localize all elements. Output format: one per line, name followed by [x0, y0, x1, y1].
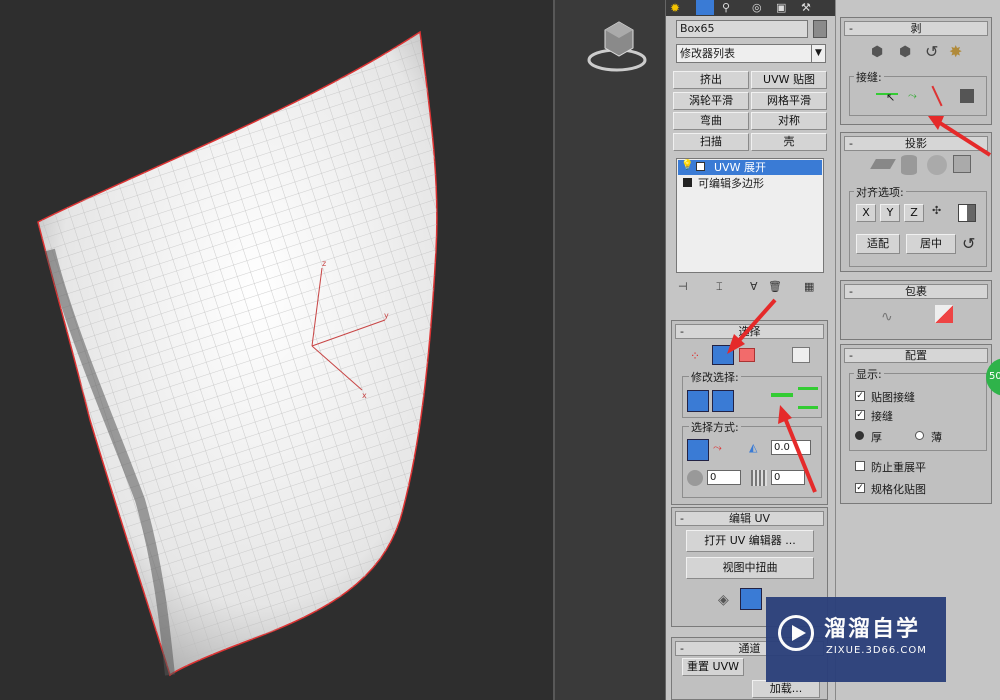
watermark-brand: 溜溜自学	[824, 617, 921, 642]
watermark-url: ZIXUE.3D66.COM	[826, 645, 927, 656]
play-logo-icon	[778, 615, 814, 651]
watermark: 溜溜自学 ZIXUE.3D66.COM	[766, 597, 946, 682]
arrow-to-edge-seams	[938, 121, 992, 157]
arrow-to-edge-select	[733, 298, 777, 347]
arrow-to-loop-select	[783, 417, 817, 493]
annotation-arrows	[727, 116, 992, 493]
